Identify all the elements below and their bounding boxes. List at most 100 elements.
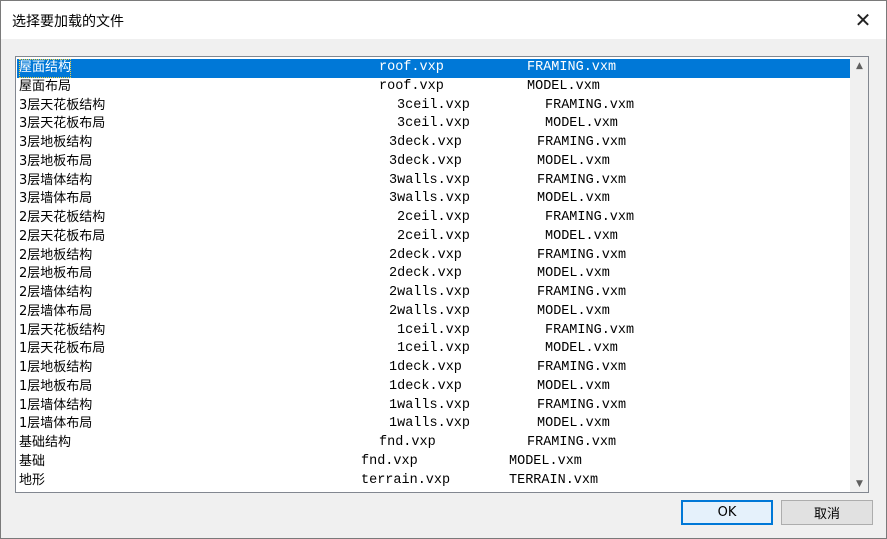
list-item[interactable]: 1层地板布局 1deck.vxp MODEL.vxm [17, 378, 851, 397]
file-listbox[interactable]: 屋面结构 roof.vxp FRAMING.vxm 屋面布局 roof.vxp MODEL… [15, 56, 869, 493]
item-file: 2walls.vxp [389, 285, 471, 300]
item-file: 3ceil.vxp [397, 97, 470, 113]
item-type: FRAMING.vxm [545, 97, 635, 113]
list-item[interactable]: 2层地板结构 2deck.vxp FRAMING.vxm [17, 247, 851, 266]
item-name: 1层墙体布局 [19, 416, 93, 432]
item-name: 2层墙体布局 [19, 303, 93, 319]
item-name: 基础结构 [19, 435, 72, 450]
item-type: FRAMING.vxm [537, 285, 627, 300]
list-item[interactable]: 1层天花板布局 1ceil.vxp MODEL.vxm [17, 340, 851, 359]
item-type: FRAMING.vxm [537, 172, 627, 188]
item-file: fnd.vxp [361, 453, 418, 469]
item-name: 屋面布局 [19, 78, 72, 94]
item-name: 2层天花板结构 [19, 210, 106, 225]
item-file: 1deck.vxp [389, 360, 462, 375]
item-type: MODEL.vxm [537, 303, 610, 319]
list-item[interactable]: 3层天花板布局 3ceil.vxp MODEL.vxm [17, 115, 851, 134]
list-item[interactable]: 1层墙体结构 1walls.vxp FRAMING.vxm [17, 397, 851, 416]
item-file: 3ceil.vxp [397, 116, 470, 132]
item-name: 基础 [19, 453, 46, 469]
item-file: 1ceil.vxp [397, 341, 470, 357]
item-file: 2walls.vxp [389, 303, 471, 319]
item-type: FRAMING.vxm [545, 210, 635, 225]
list-item[interactable]: 屋面布局 roof.vxp MODEL.vxm [17, 78, 851, 97]
item-name: 1层天花板结构 [19, 322, 106, 338]
vertical-scrollbar[interactable]: ▲ ▼ [850, 57, 868, 492]
item-file: 1walls.vxp [389, 397, 471, 413]
item-file: 3deck.vxp [389, 135, 462, 150]
list-item[interactable]: 2层地板布局 2deck.vxp MODEL.vxm [17, 265, 851, 284]
item-type: MODEL.vxm [537, 378, 610, 394]
list-item[interactable]: 1层墙体布局 1walls.vxp MODEL.vxm [17, 415, 851, 434]
list-item[interactable]: 基础结构 fnd.vxp FRAMING.vxm [17, 434, 851, 453]
file-list: 屋面结构 roof.vxp FRAMING.vxm 屋面布局 roof.vxp MODEL… [17, 59, 851, 490]
item-file: 2ceil.vxp [397, 210, 470, 225]
item-name: 地形 [19, 472, 46, 488]
item-name: 1层地板布局 [19, 378, 93, 394]
list-item[interactable]: 基础 fnd.vxp MODEL.vxm [17, 453, 851, 472]
item-type: MODEL.vxm [527, 78, 600, 94]
item-name: 3层墙体布局 [19, 191, 93, 207]
item-type: MODEL.vxm [545, 341, 618, 357]
close-button[interactable]: ✕ [840, 1, 886, 39]
chevron-up-icon[interactable]: ▲ [851, 57, 868, 74]
dialog-window: 选择要加载的文件 ✕ 屋面结构 roof.vxp FRAMING.vxm 屋面布局 ro… [0, 0, 887, 539]
item-file: 3walls.vxp [389, 172, 471, 188]
item-file: 1walls.vxp [389, 416, 471, 432]
list-item[interactable]: 3层天花板结构 3ceil.vxp FRAMING.vxm [17, 97, 851, 116]
list-item[interactable]: 地形 terrain.vxp TERRAIN.vxm [17, 472, 851, 491]
item-type: FRAMING.vxm [537, 247, 627, 263]
list-item[interactable]: 3层地板结构 3deck.vxp FRAMING.vxm [17, 134, 851, 153]
item-type: MODEL.vxm [545, 116, 618, 132]
list-item[interactable]: 1层天花板结构 1ceil.vxp FRAMING.vxm [17, 322, 851, 341]
item-file: 1ceil.vxp [397, 322, 470, 338]
chevron-down-icon[interactable]: ▼ [851, 475, 868, 492]
item-file: 3walls.vxp [389, 191, 471, 207]
item-file: 2ceil.vxp [397, 228, 470, 244]
item-name: 屋面结构 [19, 59, 72, 78]
list-item[interactable]: 1层地板结构 1deck.vxp FRAMING.vxm [17, 359, 851, 378]
item-type: MODEL.vxm [537, 266, 610, 282]
item-type: FRAMING.vxm [537, 397, 627, 413]
item-type: FRAMING.vxm [527, 435, 617, 450]
item-file: roof.vxp [379, 78, 444, 94]
item-file: fnd.vxp [379, 435, 436, 450]
close-icon: ✕ [854, 8, 872, 32]
item-name: 2层地板布局 [19, 266, 93, 282]
dialog-title: 选择要加载的文件 [12, 14, 124, 30]
item-name: 3层天花板布局 [19, 116, 106, 132]
list-item[interactable]: 2层墙体布局 2walls.vxp MODEL.vxm [17, 303, 851, 322]
item-name: 3层地板结构 [19, 135, 93, 150]
list-item[interactable]: 3层墙体结构 3walls.vxp FRAMING.vxm [17, 172, 851, 191]
item-file: 2deck.vxp [389, 247, 462, 263]
item-type: FRAMING.vxm [537, 360, 627, 375]
list-item[interactable]: 3层地板布局 3deck.vxp MODEL.vxm [17, 153, 851, 172]
item-file: 2deck.vxp [389, 266, 462, 282]
list-item[interactable]: 2层墙体结构 2walls.vxp FRAMING.vxm [17, 284, 851, 303]
ok-button[interactable]: OK [681, 500, 773, 525]
item-type: MODEL.vxm [509, 453, 582, 469]
item-type: TERRAIN.vxm [509, 472, 599, 488]
item-name: 2层地板结构 [19, 247, 93, 263]
item-name: 1层墙体结构 [19, 397, 93, 413]
item-name: 1层地板结构 [19, 360, 93, 375]
scrollbar-track[interactable] [853, 74, 866, 475]
title-bar: 选择要加载的文件 ✕ [1, 1, 886, 39]
item-name: 3层天花板结构 [19, 97, 106, 113]
item-file: 3deck.vxp [389, 153, 462, 169]
item-name: 1层天花板布局 [19, 341, 106, 357]
list-item[interactable]: 2层天花板结构 2ceil.vxp FRAMING.vxm [17, 209, 851, 228]
item-file: terrain.vxp [361, 472, 451, 488]
cancel-button[interactable]: 取消 [781, 500, 873, 525]
item-type: FRAMING.vxm [537, 135, 627, 150]
item-type: MODEL.vxm [537, 416, 610, 432]
list-item[interactable]: 屋面结构 roof.vxp FRAMING.vxm [17, 59, 851, 78]
item-name: 2层墙体结构 [19, 285, 93, 300]
item-type: MODEL.vxm [545, 228, 618, 244]
list-item[interactable]: 3层墙体布局 3walls.vxp MODEL.vxm [17, 190, 851, 209]
item-name: 3层墙体结构 [19, 172, 93, 188]
list-item[interactable]: 2层天花板布局 2ceil.vxp MODEL.vxm [17, 228, 851, 247]
item-file: 1deck.vxp [389, 378, 462, 394]
item-file: roof.vxp [379, 60, 444, 75]
item-type: MODEL.vxm [537, 153, 610, 169]
